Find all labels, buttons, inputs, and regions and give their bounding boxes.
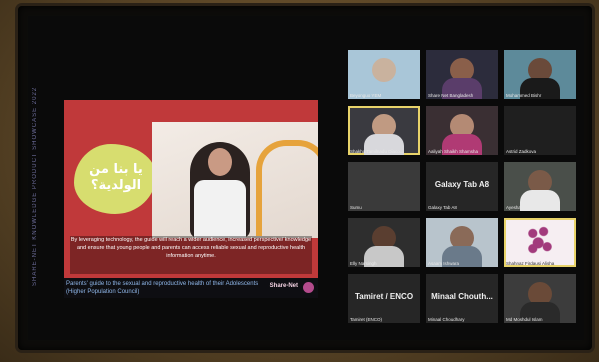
- participant-name: Astrid Zadkova: [506, 149, 537, 154]
- participant-name: Galaxy Tab A8: [428, 205, 457, 210]
- participant-tile[interactable]: Beyonguo YEM: [348, 50, 420, 99]
- participant-tile[interactable]: Mohammed Bishr: [504, 50, 576, 99]
- participant-name: Asaam Ishwara: [428, 261, 460, 266]
- participant-name: Shakha Tamilnadu Diaco...: [350, 149, 404, 154]
- participant-name: Sumu: [350, 205, 362, 210]
- participant-grid: Beyonguo YEM Share Net Bangladesh Mohamm…: [348, 50, 580, 334]
- participant-name: Tamiret (ENCO): [350, 317, 383, 322]
- avatar: [372, 58, 396, 82]
- participant-display-name: Tamiret / ENCO: [354, 292, 414, 301]
- share-net-logo-text: Share-Net: [269, 283, 298, 289]
- slide-subtitle: By leveraging technology, the guide will…: [70, 236, 312, 274]
- participant-display-name: Galaxy Tab A8: [434, 180, 490, 189]
- event-banner: SHARE-NET KNOWLEDGE PRODUCT SHOWCASE 202…: [32, 86, 38, 286]
- participant-tile[interactable]: Ayesha Gaoa: [504, 162, 576, 211]
- participant-name: Md Moshdul Islam: [506, 317, 543, 322]
- meeting-screen: SHARE-NET KNOWLEDGE PRODUCT SHOWCASE 202…: [28, 16, 584, 340]
- participant-tile[interactable]: Astrid Zadkova: [504, 106, 576, 155]
- participant-name: Mohammed Bishr: [506, 93, 542, 98]
- participant-tile[interactable]: Asaam Ishwara: [426, 218, 498, 267]
- participant-name: Shahnaz Firdausi Alisha: [506, 261, 555, 266]
- shared-slide: يا بنا من الولدية؟ By leveraging technol…: [64, 100, 318, 278]
- participant-name: Aaliyah Shaikh Shamsha: [428, 149, 479, 154]
- slide-caption: Parents' guide to the sexual and reprodu…: [66, 281, 259, 295]
- participant-tile[interactable]: Galaxy Tab A8 Galaxy Tab A8: [426, 162, 498, 211]
- participant-name: Elly Narsingh: [350, 261, 377, 266]
- participant-tile[interactable]: Share Net Bangladesh: [426, 50, 498, 99]
- slide-arabic-title: يا بنا من الولدية؟: [89, 162, 143, 193]
- participant-tile[interactable]: Sumu: [348, 162, 420, 211]
- presenter-shirt: [194, 180, 246, 238]
- share-net-logo-icon: [303, 282, 314, 293]
- participant-tile[interactable]: Aaliyah Shaikh Shamsha: [426, 106, 498, 155]
- participant-display-name: Minaal Chouth...: [431, 292, 493, 301]
- participant-tile[interactable]: Shahnaz Firdausi Alisha: [504, 218, 576, 267]
- participant-tile[interactable]: Shakha Tamilnadu Diaco...: [348, 106, 420, 155]
- participant-tile[interactable]: Md Moshdul Islam: [504, 274, 576, 323]
- presenter-face: [208, 148, 232, 176]
- participant-name: Beyonguo YEM: [350, 93, 382, 98]
- participant-tile[interactable]: Elly Narsingh: [348, 218, 420, 267]
- slide-caption-bar: Parents' guide to the sexual and reprodu…: [64, 278, 318, 298]
- slide-arch-shape: [256, 140, 318, 236]
- participant-tile[interactable]: Minaal Chouth... Minaal Choudhary: [426, 274, 498, 323]
- monitor-frame: SHARE-NET KNOWLEDGE PRODUCT SHOWCASE 202…: [18, 6, 592, 350]
- participant-name: Share Net Bangladesh: [428, 93, 474, 98]
- participant-name: Minaal Choudhary: [428, 317, 465, 322]
- participant-tile[interactable]: Tamiret / ENCO Tamiret (ENCO): [348, 274, 420, 323]
- profile-picture: [522, 222, 558, 260]
- participant-name: Ayesha Gaoa: [506, 205, 534, 210]
